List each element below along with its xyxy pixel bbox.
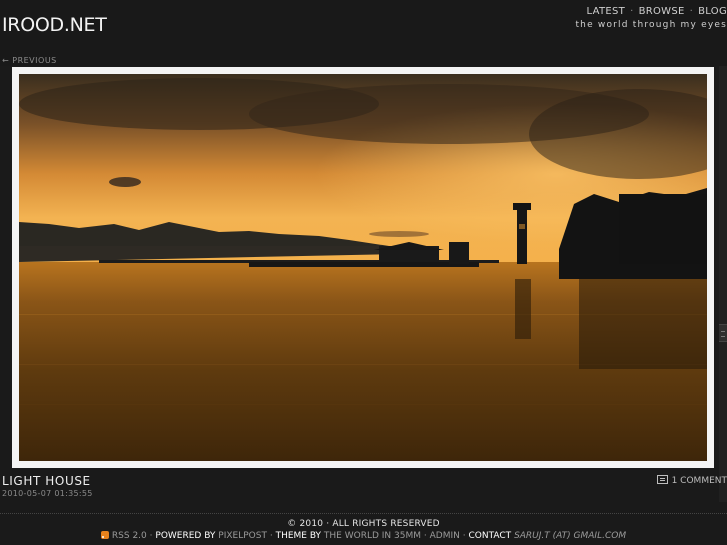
admin-link[interactable]: ADMIN [430, 531, 460, 541]
comments-count: 1 COMMENT [671, 476, 727, 486]
footer-copyright: © 2010 · ALL RIGHTS RESERVED [287, 519, 440, 529]
footer-divider [0, 513, 727, 514]
footer-separator: · [269, 531, 273, 541]
contact-email[interactable]: SARUJ.T (AT) GMAIL.COM [514, 531, 626, 541]
comments-link[interactable]: 1 COMMENT [656, 475, 727, 486]
theme-by-label: THEME BY [275, 531, 322, 541]
footer-separator: · [149, 531, 153, 541]
theme-link[interactable]: THE WORLD IN 35MM [324, 531, 421, 541]
footer-links: RSS 2.0 · POWERED BY PIXELPOST · THEME B… [0, 531, 727, 541]
scrollbar-grip[interactable] [719, 324, 727, 342]
photo-date: 2010-05-07 01:35:55 [2, 489, 93, 498]
footer-separator: · [423, 531, 427, 541]
pixelpost-link[interactable]: PIXELPOST [218, 531, 267, 541]
footer-separator: · [462, 531, 466, 541]
header: IROOD.NET LATEST · BROWSE · BLOG the world t… [0, 0, 727, 66]
nav-separator: · [689, 6, 694, 17]
comment-icon [656, 475, 668, 484]
site-title[interactable]: IROOD.NET [2, 14, 107, 36]
nav-browse-link[interactable]: BROWSE [639, 6, 685, 17]
rss-icon[interactable] [100, 531, 109, 539]
photo-title: LIGHT HOUSE [2, 474, 91, 488]
contact-label: CONTACT [468, 531, 512, 541]
powered-by-label: POWERED BY [155, 531, 216, 541]
nav-separator: · [630, 6, 634, 17]
scrollbar[interactable] [719, 66, 727, 502]
photo-image[interactable] [19, 74, 707, 461]
rss-link[interactable]: RSS 2.0 [112, 531, 147, 541]
nav-latest-link[interactable]: LATEST [587, 6, 626, 17]
nav-blog-link[interactable]: BLOG [698, 6, 727, 17]
photo-frame [12, 67, 714, 468]
previous-link[interactable]: ← PREVIOUS [2, 56, 57, 65]
site-tagline: the world through my eyes [575, 20, 727, 30]
main-nav: LATEST · BROWSE · BLOG [587, 6, 727, 17]
